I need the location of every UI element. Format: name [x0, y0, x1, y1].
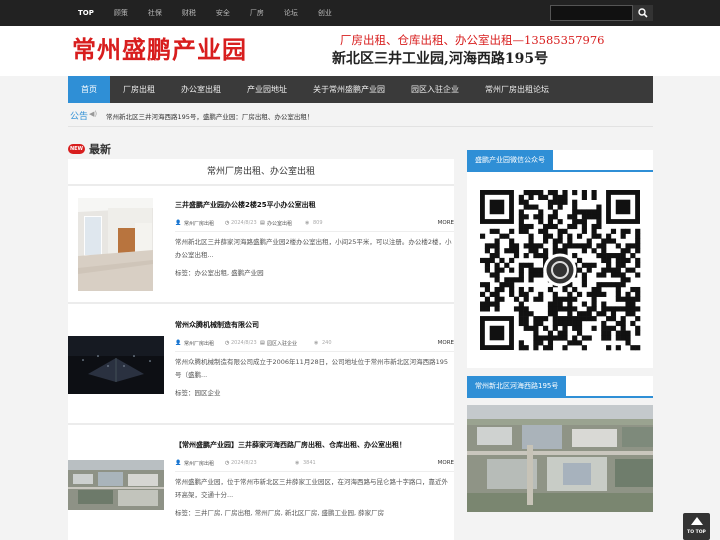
post-date: 2024/8/23	[231, 340, 257, 346]
arrow-up-icon	[691, 517, 703, 525]
widget-title-wechat-label: 盛鹏产业园微信公众号	[467, 150, 553, 170]
header-banner-contact: 厂房出租、仓库出租、办公室出租—13585357976	[340, 33, 605, 47]
search-icon	[638, 8, 648, 18]
post-list: 常州厂房出租、办公室出租 三井盛鹏产业园办公楼2楼25平小办公室出租 👤 常州厂…	[68, 159, 454, 540]
post-meta: 👤 常州厂房出租 ◷ 2024/8/23 ◉ 3841 MORE	[175, 458, 454, 472]
new-badge-icon: NEW	[68, 144, 85, 154]
topnav-item-social-security[interactable]: 社保	[138, 0, 172, 26]
post-title[interactable]: 三井盛鹏产业园办公楼2楼25平小办公室出租	[175, 200, 316, 210]
topnav-item-startup[interactable]: 创业	[308, 0, 342, 26]
wechat-qr-code	[467, 172, 653, 368]
site-logo[interactable]: 常州盛鹏产业园	[72, 30, 247, 65]
post-excerpt: 常州盛鹏产业园，位于常州市新北区三井薛家工业园区，在河海西路与昆仑路十字路口，靠…	[175, 478, 448, 499]
clock-icon: ◷	[225, 220, 230, 226]
more-link[interactable]: MORE	[438, 340, 454, 346]
post-divider	[68, 302, 454, 304]
clock-icon: ◷	[225, 340, 230, 346]
notice-divider	[68, 126, 653, 127]
top-bar: TOP 顾策 社保 财税 安全 厂房 论坛 创业	[0, 0, 720, 26]
nav-item-companies[interactable]: 园区入驻企业	[398, 76, 472, 103]
notice-label: 公告	[70, 112, 89, 122]
section-title: 常州厂房出租、办公室出租	[206, 167, 315, 177]
topnav-item-forum[interactable]: 论坛	[274, 0, 308, 26]
back-to-top-button[interactable]: TO TOP	[683, 513, 710, 540]
widget-title-wechat: 盛鹏产业园微信公众号	[467, 150, 653, 172]
post-category[interactable]: 园区入驻企业	[267, 340, 297, 347]
post-author[interactable]: 常州厂房出租	[184, 340, 214, 347]
more-link[interactable]: MORE	[438, 460, 454, 466]
park-aerial-photo[interactable]	[467, 405, 653, 512]
list-item: 常州众腾机械制造有限公司 👤 常州厂房出租 ◷ 2024/8/23 ▤ 园区入驻…	[68, 317, 454, 417]
topnav-item-factory[interactable]: 厂房	[240, 0, 274, 26]
more-link[interactable]: MORE	[438, 220, 454, 226]
post-title[interactable]: 【常州盛鹏产业园】三井薛家河海西路厂房出租、仓库出租、办公室出租！	[175, 440, 406, 450]
notice-text[interactable]: 常州新北区三井河海西路195号，盛鹏产业园：厂房出租、办公室出租！	[106, 111, 313, 121]
widget-title-address-label: 常州新北区河海西路195号	[467, 376, 567, 396]
post-category[interactable]: 办公室出租	[267, 220, 292, 227]
post-thumbnail-machinery[interactable]	[68, 336, 164, 394]
folder-icon: ▤	[260, 220, 265, 226]
main-nav: 首页 厂房出租 办公室出租 产业园地址 关于常州盛鹏产业园 园区入驻企业 常州厂…	[68, 76, 653, 103]
post-author[interactable]: 常州厂房出租	[184, 460, 214, 467]
post-meta: 👤 常州厂房出租 ◷ 2024/8/23 ▤ 园区入驻企业 ◉ 240 MORE	[175, 338, 454, 352]
nav-item-about[interactable]: 关于常州盛鹏产业园	[300, 76, 398, 103]
post-thumbnail-office[interactable]	[78, 198, 153, 291]
post-excerpt: 常州众腾机械制造有限公司成立于2006年11月28日，公司地址位于常州市新北区河…	[175, 358, 448, 379]
post-views: 3841	[303, 460, 316, 466]
section-divider	[68, 184, 454, 186]
list-item: 【常州盛鹏产业园】三井薛家河海西路厂房出租、仓库出租、办公室出租！ 👤 常州厂房…	[68, 437, 454, 540]
folder-icon: ▤	[260, 340, 265, 346]
topnav-item-policy[interactable]: 顾策	[104, 0, 138, 26]
topnav-item-tax[interactable]: 财税	[172, 0, 206, 26]
latest-heading: 最新	[89, 143, 111, 156]
post-date: 2024/8/23	[231, 220, 257, 226]
post-excerpt: 常州新北区三井薛家河海路盛鹏产业园2楼办公室出租，小间25平米，可以注册。办公楼…	[175, 238, 452, 259]
post-date: 2024/8/23	[231, 460, 257, 466]
eye-icon: ◉	[305, 220, 310, 226]
post-thumbnail-aerial[interactable]	[68, 460, 164, 510]
clock-icon: ◷	[225, 460, 230, 466]
user-icon: 👤	[175, 220, 182, 226]
back-to-top-label: TO TOP	[687, 530, 706, 535]
post-views: 809	[313, 220, 323, 226]
post-tags[interactable]: 标签：三井厂房, 厂房出租, 常州厂房, 新北区厂房, 盛鹏工业园, 薛家厂房	[175, 507, 384, 517]
user-icon: 👤	[175, 340, 182, 346]
user-icon: 👤	[175, 460, 182, 466]
post-meta: 👤 常州厂房出租 ◷ 2024/8/23 ▤ 办公室出租 ◉ 809 MORE	[175, 218, 454, 232]
nav-item-office-rent[interactable]: 办公室出租	[168, 76, 234, 103]
post-author[interactable]: 常州厂房出租	[184, 220, 214, 227]
widget-title-address: 常州新北区河海西路195号	[467, 376, 653, 398]
speaker-icon: ◀)	[89, 110, 98, 118]
notice-bar: 公告 ◀) 常州新北区三井河海西路195号，盛鹏产业园：厂房出租、办公室出租！	[68, 107, 653, 124]
top-nav: TOP 顾策 社保 财税 安全 厂房 论坛 创业	[68, 0, 342, 26]
nav-item-home[interactable]: 首页	[68, 76, 110, 103]
eye-icon: ◉	[314, 340, 319, 346]
post-tags[interactable]: 标签：办公室出租, 盛鹏产业园	[175, 267, 264, 277]
topnav-item-top[interactable]: TOP	[68, 0, 104, 26]
search-button[interactable]	[632, 5, 653, 21]
nav-item-factory-rent[interactable]: 厂房出租	[110, 76, 168, 103]
post-title[interactable]: 常州众腾机械制造有限公司	[175, 320, 259, 330]
qr-code-icon	[480, 190, 641, 351]
nav-item-forum[interactable]: 常州厂房出租论坛	[472, 76, 562, 103]
topnav-item-safety[interactable]: 安全	[206, 0, 240, 26]
post-tags[interactable]: 标签：园区企业	[175, 387, 221, 397]
post-views: 240	[322, 340, 332, 346]
nav-item-park-address[interactable]: 产业园地址	[234, 76, 300, 103]
eye-icon: ◉	[295, 460, 300, 466]
post-divider	[68, 423, 454, 425]
header-banner-address: 新北区三井工业园,河海西路195号	[332, 51, 549, 67]
list-item: 三井盛鹏产业园办公楼2楼25平小办公室出租 👤 常州厂房出租 ◷ 2024/8/…	[68, 197, 454, 297]
